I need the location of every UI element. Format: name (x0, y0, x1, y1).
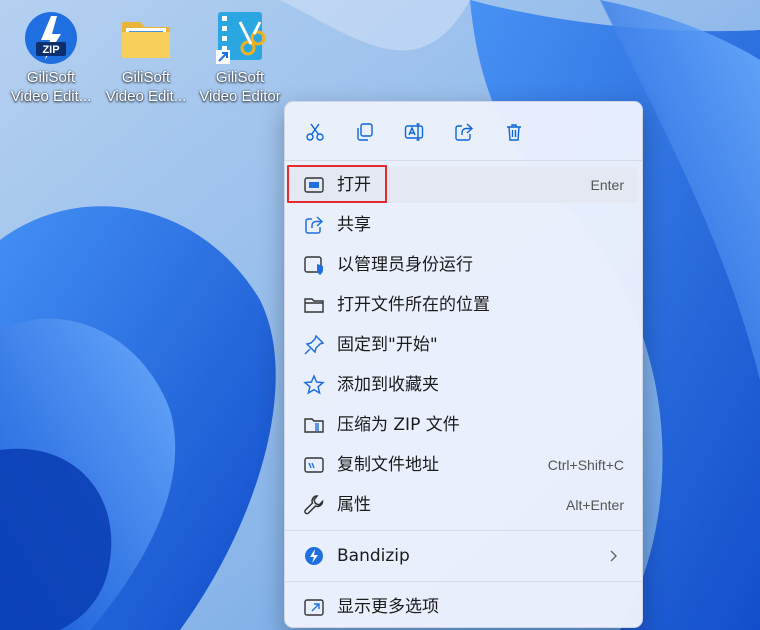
desktop-icon-label-line2: Video Edit... (10, 88, 92, 105)
pin-icon (303, 334, 325, 356)
admin-shield-icon (303, 254, 325, 276)
menu-item-label: 打开 (337, 175, 371, 195)
menu-item-label: 压缩为 ZIP 文件 (337, 415, 460, 435)
folder-icon (116, 8, 176, 68)
menu-item-label: 固定到"开始" (337, 335, 438, 355)
more-options-icon (303, 596, 325, 618)
delete-icon (507, 124, 521, 141)
star-icon (303, 374, 325, 396)
context-menu: 打开 Enter 共享 以管理员身份运行 打开文件所在的位置 固定到"开始" 添… (284, 101, 643, 628)
rename-button[interactable] (400, 118, 428, 146)
menu-item-label: Bandizip (337, 546, 410, 566)
share-icon (303, 214, 325, 236)
share-button[interactable] (450, 118, 478, 146)
cut-icon (306, 123, 324, 141)
desktop-icon-label-line1: GiliSoft (26, 69, 76, 86)
menu-item-label: 属性 (337, 495, 371, 515)
menu-item-label: 共享 (337, 215, 371, 235)
chevron-right-icon (610, 550, 617, 562)
separator (285, 530, 642, 531)
menu-item-shortcut: Ctrl+Shift+C (547, 457, 624, 473)
menu-item-label: 添加到收藏夹 (337, 375, 439, 395)
menu-item-show-more-options[interactable]: 显示更多选项 (289, 589, 638, 625)
menu-item-label: 显示更多选项 (337, 597, 439, 617)
share-icon (455, 123, 474, 141)
desktop-icon-gilisoft-video-editor[interactable]: GiliSoft Video Editor (193, 8, 287, 106)
menu-item-label: 以管理员身份运行 (337, 255, 473, 275)
desktop-icon-label-line1: GiliSoft (215, 69, 265, 86)
menu-item-open-file-location[interactable]: 打开文件所在的位置 (289, 287, 638, 323)
copy-button[interactable] (351, 118, 379, 146)
video-editor-shortcut-icon (210, 8, 270, 68)
separator (285, 160, 642, 161)
rename-icon (404, 123, 424, 141)
cut-button[interactable] (301, 118, 329, 146)
desktop-icon-gilisoft-folder[interactable]: GiliSoft Video Edit... (99, 8, 193, 106)
folder-outline-icon (303, 294, 325, 316)
separator (285, 581, 642, 582)
menu-item-label: 打开文件所在的位置 (337, 295, 490, 315)
context-menu-toolbar (285, 102, 642, 160)
menu-item-open[interactable]: 打开 Enter (287, 165, 638, 203)
menu-item-add-to-favorites[interactable]: 添加到收藏夹 (289, 367, 638, 403)
menu-item-bandizip[interactable]: Bandizip (289, 538, 638, 574)
zip-archive-icon: ZIP (21, 8, 81, 68)
desktop-icon-gilisoft-zip[interactable]: ZIP GiliSoft Video Edit... (4, 8, 98, 106)
menu-item-share[interactable]: 共享 (289, 207, 638, 243)
copy-path-icon (303, 454, 325, 476)
menu-item-copy-as-path[interactable]: 复制文件地址 Ctrl+Shift+C (289, 447, 638, 483)
desktop-icon-label-line1: GiliSoft (121, 69, 171, 86)
desktop-icon-label-line2: Video Edit... (105, 88, 187, 105)
menu-item-shortcut: Alt+Enter (566, 497, 624, 513)
wrench-icon (303, 494, 325, 516)
copy-icon (357, 123, 373, 141)
bandizip-icon (303, 545, 325, 567)
menu-item-pin-to-start[interactable]: 固定到"开始" (289, 327, 638, 363)
menu-item-label: 复制文件地址 (337, 455, 439, 475)
menu-item-compress-zip[interactable]: 压缩为 ZIP 文件 (289, 407, 638, 443)
menu-item-run-as-admin[interactable]: 以管理员身份运行 (289, 247, 638, 283)
desktop-icon-label-line2: Video Editor (199, 88, 281, 105)
menu-item-properties[interactable]: 属性 Alt+Enter (289, 487, 638, 523)
open-app-icon (303, 174, 325, 196)
zip-folder-icon (303, 414, 325, 436)
delete-button[interactable] (500, 118, 528, 146)
menu-item-shortcut: Enter (590, 177, 624, 193)
svg-text:ZIP: ZIP (42, 44, 59, 56)
